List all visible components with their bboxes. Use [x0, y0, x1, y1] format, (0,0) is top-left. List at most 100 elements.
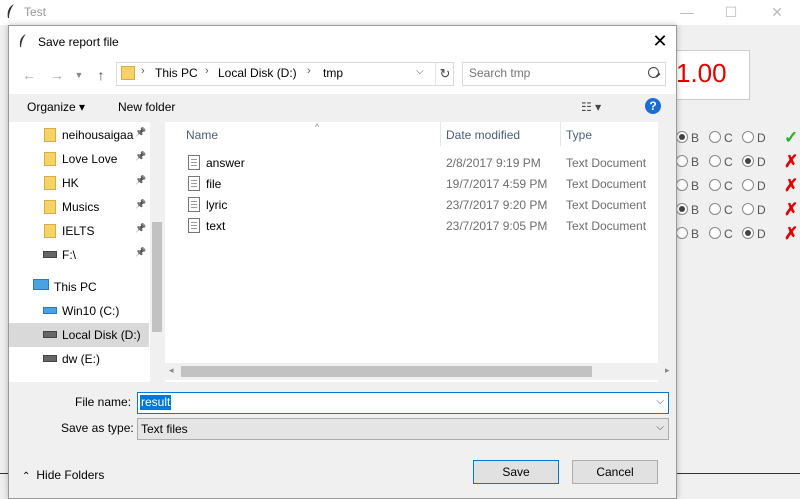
- column-header-name[interactable]: Name: [186, 128, 218, 142]
- radio-option-d[interactable]: [742, 227, 754, 239]
- view-options-icon[interactable]: ☷ ▾: [581, 100, 601, 114]
- folder-icon: [44, 152, 56, 166]
- pin-icon[interactable]: 📌: [135, 223, 146, 234]
- nav-item-quick-access[interactable]: Love Love 📌: [9, 147, 149, 171]
- breadcrumb-local-disk[interactable]: Local Disk (D:): [218, 66, 297, 80]
- up-arrow-icon[interactable]: ↑: [91, 66, 111, 84]
- radio-option-c[interactable]: [709, 203, 721, 215]
- radio-option-d[interactable]: [742, 203, 754, 215]
- navigation-pane: neihousaigaa 📌 Love Love 📌 HK 📌 Musics 📌 IELTS 📌 F…: [9, 122, 164, 382]
- column-divider[interactable]: [440, 122, 441, 146]
- search-icon[interactable]: [648, 67, 659, 78]
- nav-item-quick-access[interactable]: neihousaigaa 📌: [9, 123, 149, 147]
- file-name-field[interactable]: result ⌵: [137, 392, 669, 414]
- nav-item-this-pc[interactable]: This PC: [9, 275, 149, 299]
- text-document-icon: [188, 218, 200, 233]
- radio-option-c[interactable]: [709, 227, 721, 239]
- windows-drive-icon: [43, 307, 57, 314]
- close-icon[interactable]: ✕: [762, 2, 792, 22]
- pin-icon[interactable]: 📌: [135, 151, 146, 162]
- file-name-value: result: [140, 395, 172, 410]
- nav-item-drive[interactable]: Local Disk (D:): [9, 323, 149, 347]
- chevron-right-icon[interactable]: ›: [141, 65, 145, 77]
- search-input[interactable]: [469, 66, 639, 80]
- chevron-down-icon[interactable]: ⌵: [416, 66, 424, 77]
- nav-item-drive[interactable]: Win10 (C:): [9, 299, 149, 323]
- address-bar[interactable]: › This PC › Local Disk (D:) › tmp ⌵ ↻: [116, 62, 454, 86]
- nav-item-quick-access[interactable]: Musics 📌: [9, 195, 149, 219]
- question-row: B C D ✗: [674, 152, 800, 173]
- forward-arrow-icon[interactable]: →: [47, 66, 67, 84]
- file-row[interactable]: lyric 23/7/2017 9:20 PM Text Document: [165, 195, 655, 216]
- chevron-down-icon[interactable]: ⌵: [656, 422, 664, 433]
- scroll-left-icon[interactable]: ◂: [169, 365, 174, 376]
- radio-option-c[interactable]: [709, 155, 721, 167]
- navigation-scrollbar[interactable]: [150, 122, 164, 382]
- folder-icon: [44, 224, 56, 238]
- radio-option-b[interactable]: [676, 203, 688, 215]
- column-header-date[interactable]: Date modified: [446, 128, 520, 142]
- close-icon[interactable]: ✕: [647, 29, 673, 53]
- breadcrumb-tmp[interactable]: tmp: [323, 66, 343, 80]
- file-list-horizontal-scrollbar[interactable]: ◂ ▸: [165, 363, 676, 380]
- option-label: D: [757, 227, 766, 241]
- radio-option-c[interactable]: [709, 131, 721, 143]
- column-divider[interactable]: [560, 122, 561, 146]
- file-row[interactable]: file 19/7/2017 4:59 PM Text Document: [165, 174, 655, 195]
- folder-icon: [44, 176, 56, 190]
- pin-icon[interactable]: 📌: [135, 199, 146, 210]
- option-label: B: [691, 179, 700, 193]
- nav-item-quick-access[interactable]: F:\ 📌: [9, 243, 149, 267]
- option-label: D: [757, 203, 766, 217]
- file-name: file: [206, 177, 222, 191]
- file-name: lyric: [206, 198, 228, 212]
- nav-item-label: This PC: [54, 280, 97, 294]
- radio-option-b[interactable]: [676, 179, 688, 191]
- back-arrow-icon[interactable]: ←: [19, 66, 39, 84]
- maximize-icon[interactable]: ☐: [716, 2, 746, 22]
- check-icon: ✓: [784, 128, 799, 147]
- radio-option-b[interactable]: [676, 155, 688, 167]
- save-button[interactable]: Save: [473, 460, 559, 484]
- chevron-right-icon[interactable]: ›: [205, 65, 209, 77]
- save-type-select[interactable]: Text files ⌵: [137, 418, 669, 440]
- file-date: 23/7/2017 9:20 PM: [446, 198, 548, 212]
- cross-icon: ✗: [784, 176, 799, 195]
- breadcrumb-this-pc[interactable]: This PC: [155, 66, 198, 80]
- chevron-down-icon[interactable]: ▼: [69, 66, 89, 84]
- toolbar: Organize ▾ New folder ☷ ▾ ?: [9, 94, 676, 120]
- help-icon[interactable]: ?: [645, 98, 661, 114]
- save-form: File name: result ⌵ Save as type: Text f…: [9, 382, 676, 498]
- radio-option-d[interactable]: [742, 155, 754, 167]
- text-document-icon: [188, 155, 200, 170]
- chevron-down-icon[interactable]: ⌵: [656, 396, 664, 407]
- hide-folders-button[interactable]: ⌃ Hide Folders: [22, 468, 104, 482]
- file-row[interactable]: answer 2/8/2017 9:19 PM Text Document: [165, 153, 655, 174]
- chevron-right-icon[interactable]: ›: [307, 65, 311, 77]
- radio-option-d[interactable]: [742, 131, 754, 143]
- scrollbar-thumb[interactable]: [181, 366, 592, 377]
- nav-item-quick-access[interactable]: IELTS 📌: [9, 219, 149, 243]
- organize-button[interactable]: Organize ▾: [27, 100, 85, 114]
- dialog-title: Save report file: [38, 35, 119, 49]
- file-list-vertical-scrollbar[interactable]: [658, 122, 676, 382]
- refresh-icon[interactable]: ↻: [435, 63, 454, 85]
- nav-item-label: Local Disk (D:): [62, 328, 141, 342]
- scroll-right-icon[interactable]: ▸: [665, 365, 670, 376]
- nav-item-quick-access[interactable]: HK 📌: [9, 171, 149, 195]
- file-row[interactable]: text 23/7/2017 9:05 PM Text Document: [165, 216, 655, 237]
- file-name-input[interactable]: [139, 394, 639, 412]
- radio-option-b[interactable]: [676, 131, 688, 143]
- radio-option-d[interactable]: [742, 179, 754, 191]
- nav-item-drive[interactable]: dw (E:): [9, 347, 149, 371]
- scrollbar-thumb[interactable]: [152, 222, 162, 332]
- minimize-icon[interactable]: —: [672, 2, 702, 22]
- radio-option-c[interactable]: [709, 179, 721, 191]
- pin-icon[interactable]: 📌: [135, 175, 146, 186]
- pin-icon[interactable]: 📌: [135, 127, 146, 138]
- new-folder-button[interactable]: New folder: [118, 100, 175, 114]
- cancel-button[interactable]: Cancel: [572, 460, 658, 484]
- pin-icon[interactable]: 📌: [135, 247, 146, 258]
- radio-option-b[interactable]: [676, 227, 688, 239]
- column-header-type[interactable]: Type: [566, 128, 592, 142]
